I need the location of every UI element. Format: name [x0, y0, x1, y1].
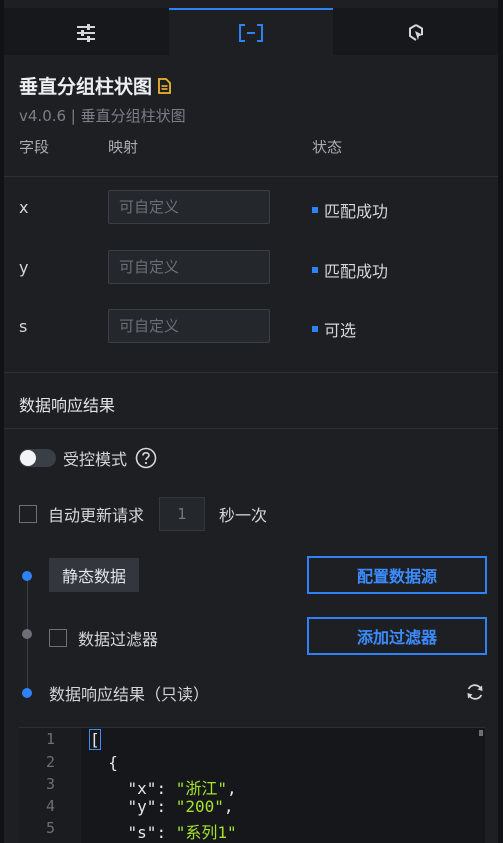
code-line: 1 [ [19, 729, 485, 752]
panel-right-edge [498, 0, 503, 843]
pipeline-step-dot [22, 571, 32, 581]
data-filter-checkbox[interactable] [49, 629, 67, 647]
tab-style[interactable] [4, 8, 169, 55]
code-string: "200" [175, 797, 224, 816]
code-text: [ [89, 729, 101, 750]
refresh-interval-input[interactable] [159, 497, 206, 531]
bracket-data-icon [239, 23, 263, 42]
code-line: 2 { [19, 753, 485, 775]
code-text: { [89, 753, 118, 772]
line-number: 2 [45, 753, 55, 771]
mapping-input-y[interactable] [108, 250, 270, 284]
auto-refresh-checkbox[interactable] [19, 505, 37, 523]
component-title-text: 垂直分组柱状图 [19, 76, 153, 98]
column-header-field: 字段 [19, 140, 50, 156]
data-filter-label: 数据过滤器 [78, 630, 159, 649]
column-header-mapping: 映射 [108, 140, 139, 156]
version-line: v4.0.6 | 垂直分组柱状图 [19, 107, 186, 125]
code-line: 4 "y": "200", [19, 797, 485, 819]
code-string: "系列1" [175, 823, 237, 842]
code-text: [ [89, 729, 101, 750]
data-filter-row: 数据过滤器 [49, 626, 158, 650]
line-number: 3 [45, 775, 55, 793]
refresh-interval-unit: 秒一次 [219, 506, 268, 525]
code-text: "x": "浙江", [127, 779, 237, 798]
section-divider [4, 372, 498, 373]
status-text: 匹配成功 [324, 202, 389, 221]
auto-refresh-label: 自动更新请求 [48, 506, 145, 525]
code-line: 3 "x": "浙江", [19, 775, 485, 798]
refresh-icon[interactable] [465, 682, 485, 702]
status-dot [312, 326, 318, 332]
response-code-editor[interactable]: 1 [ 2 { 3 "x": "浙江", 4 "y": "200", 5 "s"… [19, 727, 485, 843]
status-badge: 匹配成功 [312, 258, 388, 282]
static-data-tag[interactable]: 静态数据 [49, 558, 139, 592]
controlled-mode-label: 受控模式 [63, 450, 128, 469]
mapping-table-header: 字段 映射 状态 [4, 140, 498, 177]
status-text: 可选 [324, 321, 357, 340]
tab-bar [4, 8, 498, 55]
component-title: 垂直分组柱状图 [19, 72, 171, 99]
section-divider [4, 428, 498, 429]
config-panel: 垂直分组柱状图 v4.0.6 | 垂直分组柱状图 字段 映射 状态 x 匹配成功… [0, 0, 503, 843]
response-section-title: 数据响应结果 [19, 396, 116, 415]
response-result-label: 数据响应结果（只读） [49, 685, 210, 704]
mapping-input-x[interactable] [108, 190, 270, 224]
status-text: 匹配成功 [324, 262, 389, 281]
controlled-mode-toggle[interactable] [19, 449, 56, 467]
help-icon[interactable] [135, 447, 157, 469]
toggle-knob [20, 450, 36, 466]
code-key: "s" [127, 823, 157, 842]
code-line: 5 "s": "系列1" [19, 819, 485, 842]
code-text: "y": "200", [127, 797, 234, 816]
add-filter-button[interactable]: 添加过滤器 [307, 617, 487, 655]
auto-refresh-row: 自动更新请求 秒一次 [19, 497, 267, 531]
status-dot [312, 207, 318, 213]
code-text: "s": "系列1" [127, 823, 237, 842]
status-badge: 可选 [312, 317, 356, 341]
field-name: s [19, 317, 28, 336]
line-number: 5 [45, 819, 55, 837]
code-key: "x" [127, 779, 157, 798]
pipeline-step-dot [22, 629, 32, 639]
mapping-row-y: y 匹配成功 [4, 238, 498, 298]
controlled-mode-row: 受控模式 [19, 446, 157, 470]
field-name: y [19, 258, 29, 277]
status-badge: 匹配成功 [312, 198, 388, 222]
document-icon[interactable] [158, 77, 171, 94]
panel-left-edge [0, 0, 4, 843]
line-number: 1 [45, 730, 55, 748]
code-key: "y" [127, 797, 157, 816]
field-name: x [19, 198, 29, 217]
mapping-input-s[interactable] [108, 309, 270, 343]
tab-interaction[interactable] [333, 8, 498, 55]
tab-data[interactable] [168, 8, 334, 55]
interaction-cursor-icon [408, 23, 423, 41]
column-header-status: 状态 [312, 140, 343, 156]
mapping-row-s: s 可选 [4, 297, 498, 357]
line-number: 4 [45, 797, 55, 815]
status-dot [312, 267, 318, 273]
code-string: "浙江" [175, 779, 227, 798]
mapping-row-x: x 匹配成功 [4, 178, 498, 238]
pipeline-step-dot [22, 688, 32, 698]
sliders-icon [77, 23, 96, 42]
configure-data-source-button[interactable]: 配置数据源 [307, 556, 487, 594]
